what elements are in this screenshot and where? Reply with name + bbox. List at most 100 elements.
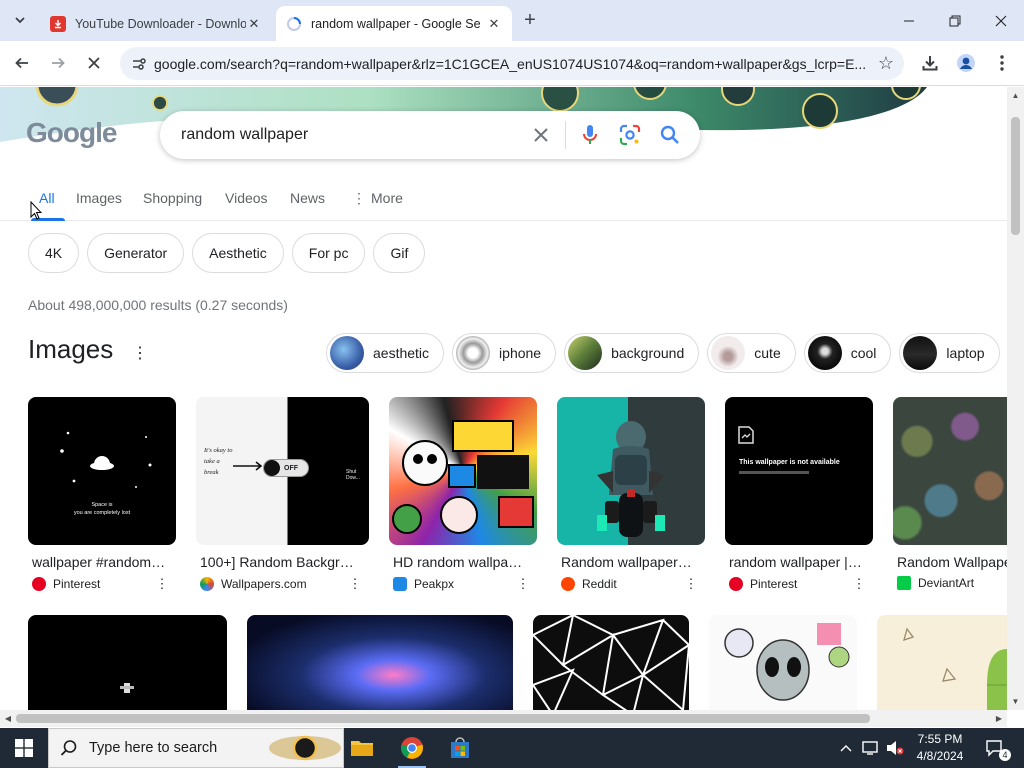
image-thumbnail[interactable]: This wallpaper is not available bbox=[725, 397, 873, 545]
image-caption: Random Wallpape... bbox=[897, 554, 1007, 570]
browser-menu-button[interactable] bbox=[988, 49, 1016, 77]
image-result[interactable]: HD random wallpap... Peakpx ⋮ bbox=[389, 397, 537, 592]
start-button[interactable] bbox=[0, 728, 48, 768]
related-chip-cute[interactable]: cute bbox=[707, 333, 796, 373]
image-search-button[interactable] bbox=[610, 115, 650, 155]
close-window-button[interactable] bbox=[978, 0, 1024, 41]
tab-title: random wallpaper - Google Se bbox=[311, 16, 481, 31]
scroll-thumb[interactable] bbox=[1011, 117, 1020, 235]
chip-gif[interactable]: Gif bbox=[373, 233, 426, 273]
tab-youtube-downloader[interactable]: YouTube Downloader - Downlo ✕ bbox=[40, 6, 272, 41]
scroll-down-arrow-icon[interactable]: ▼ bbox=[1007, 693, 1024, 710]
arrow-right-icon bbox=[233, 461, 263, 471]
tab-more-label: More bbox=[371, 190, 403, 206]
tab-images[interactable]: Images bbox=[76, 190, 122, 221]
image-thumbnail[interactable] bbox=[389, 397, 537, 545]
profile-button[interactable] bbox=[952, 49, 980, 77]
chip-4k[interactable]: 4K bbox=[28, 233, 80, 273]
image-result[interactable]: It's okay to take a break OFF Shut Dow..… bbox=[196, 397, 369, 592]
image-thumbnail[interactable] bbox=[533, 615, 689, 710]
image-result[interactable]: Space is you are completely lost wallpap… bbox=[28, 397, 176, 592]
search-submit-button[interactable] bbox=[650, 115, 690, 155]
horizontal-scrollbar[interactable]: ◀ ▶ bbox=[0, 710, 1007, 727]
back-button[interactable] bbox=[8, 49, 36, 77]
image-source: Pinterest ⋮ bbox=[725, 576, 873, 592]
mouse-cursor-icon bbox=[30, 201, 42, 220]
triangles-pattern-art bbox=[533, 615, 689, 710]
site-settings-icon[interactable] bbox=[124, 47, 154, 80]
minimize-button[interactable] bbox=[886, 0, 932, 41]
search-query-text[interactable]: random wallpaper bbox=[160, 126, 521, 144]
image-thumbnail[interactable] bbox=[557, 397, 705, 545]
restore-button[interactable] bbox=[932, 0, 978, 41]
image-thumbnail[interactable] bbox=[709, 615, 857, 710]
related-chip-iphone[interactable]: iphone bbox=[452, 333, 557, 373]
search-box[interactable]: random wallpaper bbox=[160, 111, 700, 159]
images-heading: Images bbox=[28, 334, 114, 364]
taskbar-search-box[interactable]: Type here to search bbox=[48, 728, 344, 768]
image-thumbnail[interactable] bbox=[893, 397, 1007, 545]
images-options-button[interactable]: ⋮ bbox=[132, 343, 148, 363]
image-thumbnail[interactable] bbox=[28, 615, 227, 710]
related-chip-background[interactable]: background bbox=[564, 333, 700, 373]
close-tab-icon[interactable]: ✕ bbox=[246, 16, 262, 32]
chrome-taskbar-button[interactable] bbox=[388, 728, 436, 768]
google-logo[interactable]: Google bbox=[26, 117, 117, 149]
chip-aesthetic[interactable]: Aesthetic bbox=[192, 233, 284, 273]
image-thumbnail[interactable] bbox=[247, 615, 513, 710]
tab-google-search[interactable]: random wallpaper - Google Se ✕ bbox=[276, 6, 512, 41]
related-chip-aesthetic[interactable]: aesthetic bbox=[326, 333, 445, 373]
scroll-right-arrow-icon[interactable]: ▶ bbox=[991, 710, 1007, 727]
new-tab-button[interactable]: + bbox=[518, 8, 542, 32]
result-options-icon[interactable]: ⋮ bbox=[683, 576, 699, 592]
system-clock[interactable]: 7:55 PM 4/8/2024 bbox=[904, 728, 976, 768]
vertical-scrollbar[interactable]: ▲ ▼ bbox=[1007, 87, 1024, 710]
related-chip-laptop[interactable]: laptop bbox=[899, 333, 1000, 373]
image-thumbnail[interactable]: Space is you are completely lost bbox=[28, 397, 176, 545]
bookmark-star-icon[interactable]: ☆ bbox=[868, 53, 904, 74]
chip-for-pc[interactable]: For pc bbox=[291, 233, 366, 273]
show-hidden-icons-button[interactable] bbox=[836, 728, 856, 768]
google-logo-text: Google bbox=[26, 117, 117, 148]
tab-news[interactable]: News bbox=[290, 190, 325, 221]
notification-center-button[interactable]: 4 bbox=[980, 728, 1011, 768]
clear-search-button[interactable] bbox=[521, 115, 561, 155]
url-text: google.com/search?q=random+wallpaper&rlz… bbox=[154, 55, 867, 72]
tab-videos[interactable]: Videos bbox=[225, 190, 268, 221]
search-results-page: Google random wallpaper All Images Shopp… bbox=[0, 87, 1007, 710]
chrome-icon bbox=[401, 737, 423, 759]
close-tab-icon[interactable]: ✕ bbox=[486, 16, 502, 32]
result-options-icon[interactable]: ⋮ bbox=[851, 576, 867, 592]
address-bar[interactable]: google.com/search?q=random+wallpaper&rlz… bbox=[120, 47, 904, 80]
close-icon bbox=[995, 15, 1007, 26]
scroll-thumb[interactable] bbox=[16, 714, 870, 723]
tab-search-button[interactable] bbox=[8, 8, 32, 32]
result-options-icon[interactable]: ⋮ bbox=[154, 576, 170, 592]
tab-more[interactable]: ⋮ More bbox=[352, 190, 403, 221]
file-explorer-taskbar-button[interactable] bbox=[338, 728, 386, 768]
scroll-left-arrow-icon[interactable]: ◀ bbox=[0, 710, 16, 727]
image-result[interactable]: Random wallpapers! ... Reddit ⋮ bbox=[557, 397, 705, 592]
microsoft-store-taskbar-button[interactable] bbox=[436, 728, 484, 768]
network-status-button[interactable] bbox=[860, 728, 882, 768]
image-thumbnail[interactable] bbox=[877, 615, 1007, 710]
chevron-up-icon bbox=[840, 745, 852, 752]
stop-loading-button[interactable] bbox=[80, 49, 108, 77]
image-thumbnail[interactable]: It's okay to take a break OFF Shut Dow..… bbox=[196, 397, 369, 545]
result-options-icon[interactable]: ⋮ bbox=[515, 576, 531, 592]
tab-shopping[interactable]: Shopping bbox=[143, 190, 202, 221]
image-result[interactable]: Random Wallpape... DeviantArt bbox=[893, 397, 1007, 590]
downloads-button[interactable] bbox=[916, 49, 944, 77]
voice-search-button[interactable] bbox=[570, 115, 610, 155]
result-options-icon[interactable]: ⋮ bbox=[347, 576, 363, 592]
volume-button[interactable] bbox=[884, 728, 906, 768]
chip-generator[interactable]: Generator bbox=[87, 233, 185, 273]
image-caption: random wallpaper | T... bbox=[729, 554, 863, 570]
related-chip-cool[interactable]: cool bbox=[803, 333, 892, 373]
image-result[interactable]: This wallpaper is not available random w… bbox=[725, 397, 873, 592]
image-source: Wallpapers.com ⋮ bbox=[196, 576, 369, 592]
arrow-left-icon bbox=[15, 57, 28, 69]
source-name: Reddit bbox=[582, 577, 617, 591]
forward-button[interactable] bbox=[44, 49, 72, 77]
scroll-up-arrow-icon[interactable]: ▲ bbox=[1007, 87, 1024, 104]
